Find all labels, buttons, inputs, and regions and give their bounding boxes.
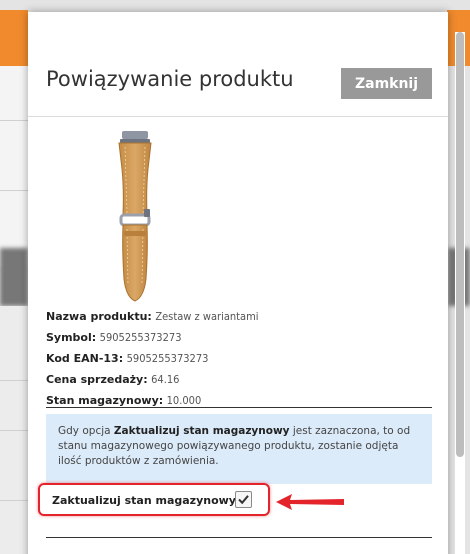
update-stock-option[interactable]: Zaktualizuj stan magazynowy [38, 483, 270, 516]
product-details: Nazwa produktu: Zestaw z wariantami Symb… [46, 306, 259, 411]
update-stock-label: Zaktualizuj stan magazynowy [52, 494, 236, 507]
background-divider [0, 120, 28, 121]
stock-update-notice: Gdy opcja Zaktualizuj stan magazynowy je… [46, 414, 432, 484]
product-name-row: Nazwa produktu: Zestaw z wariantami [46, 306, 259, 327]
product-symbol-row: Symbol: 5905255373273 [46, 327, 259, 348]
product-stock-label: Stan magazynowy: [46, 394, 164, 407]
modal-header: Powiązywanie produktu Zamknij [28, 12, 448, 117]
checkmark-icon [238, 495, 249, 505]
scrollbar[interactable] [455, 32, 465, 554]
background-divider [0, 380, 28, 381]
product-ean-label: Kod EAN-13: [46, 352, 124, 365]
product-name-label: Nazwa produktu: [46, 310, 152, 323]
product-symbol-label: Symbol: [46, 331, 97, 344]
product-ean-row: Kod EAN-13: 5905255373273 [46, 348, 259, 369]
update-stock-checkbox[interactable] [235, 491, 252, 508]
notice-text-before: Gdy opcja [58, 425, 114, 437]
product-symbol-value: 5905255373273 [99, 331, 182, 344]
red-arrow-icon [276, 494, 344, 510]
product-name-value: Zestaw z wariantami [155, 310, 259, 323]
background-divider [0, 430, 28, 431]
scrollbar-thumb[interactable] [456, 32, 464, 457]
divider [46, 407, 432, 408]
product-price-value: 64.16 [151, 373, 180, 386]
divider [46, 537, 432, 538]
background-divider [0, 190, 28, 191]
modal-title: Powiązywanie produktu [46, 67, 294, 91]
product-stock-value: 10.000 [166, 394, 202, 407]
background-panel [0, 66, 28, 266]
product-price-label: Cena sprzedaży: [46, 373, 148, 386]
background-divider [0, 500, 28, 501]
notice-text-bold: Zaktualizuj stan magazynowy [113, 425, 290, 437]
product-link-modal: Powiązywanie produktu Zamknij Nazwa prod… [28, 12, 448, 554]
product-ean-value: 5905255373273 [126, 352, 209, 365]
watch-strap-image [84, 129, 188, 305]
background-header-left [0, 10, 28, 66]
product-price-row: Cena sprzedaży: 64.16 [46, 369, 259, 390]
background-image-left [0, 248, 28, 306]
close-button[interactable]: Zamknij [341, 68, 432, 99]
